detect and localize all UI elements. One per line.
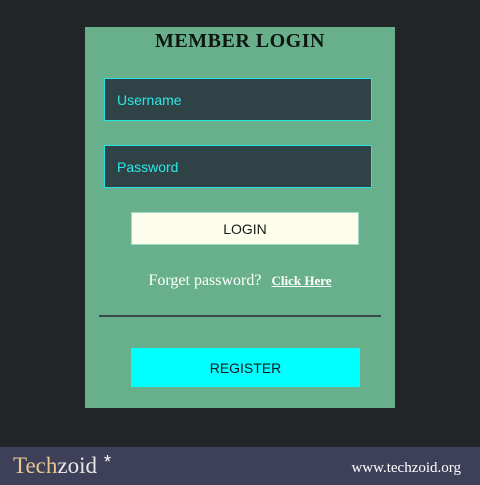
website-url: www.techzoid.org xyxy=(351,460,461,476)
divider xyxy=(99,315,381,317)
brand-logo: Techzoid * xyxy=(13,451,111,481)
brand-logo-part2: zoid xyxy=(57,453,97,478)
login-title: MEMBER LOGIN xyxy=(155,30,325,52)
login-button[interactable]: LOGIN xyxy=(131,212,359,245)
forgot-password-link[interactable]: Click Here xyxy=(271,273,331,288)
register-button[interactable]: REGISTER xyxy=(131,348,360,387)
brand-logo-part1: Tech xyxy=(13,453,58,478)
brand-star-icon: * xyxy=(104,452,112,472)
forgot-password-text: Forget password? xyxy=(148,272,262,289)
forgot-password-row: Forget password? Click Here xyxy=(85,272,395,290)
password-input[interactable] xyxy=(104,145,372,188)
footer-bar: Techzoid * www.techzoid.org xyxy=(0,447,480,485)
username-input[interactable] xyxy=(104,78,372,121)
login-panel: MEMBER LOGIN LOGIN Forget password? Clic… xyxy=(85,27,395,408)
